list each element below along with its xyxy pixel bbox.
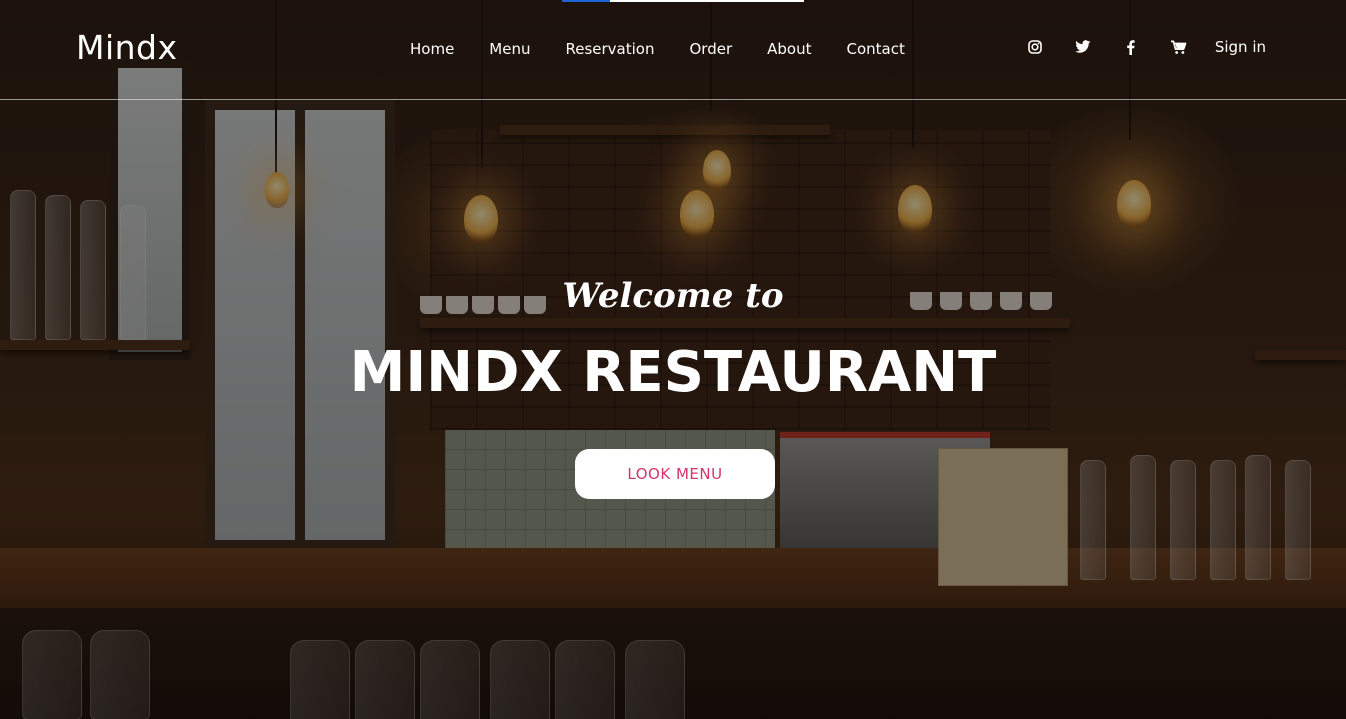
nav-link-contact[interactable]: Contact bbox=[846, 40, 904, 58]
nav-links: Home Menu Reservation Order About Contac… bbox=[410, 40, 940, 58]
nav-actions: Sign in bbox=[1027, 38, 1266, 56]
hero-welcome-text: Welcome to bbox=[562, 276, 784, 316]
twitter-icon[interactable] bbox=[1074, 39, 1091, 55]
navbar: Mindx Home Menu Reservation Order About … bbox=[0, 0, 1346, 100]
nav-link-home[interactable]: Home bbox=[410, 40, 454, 58]
nav-link-order[interactable]: Order bbox=[689, 40, 732, 58]
nav-link-reservation[interactable]: Reservation bbox=[565, 40, 654, 58]
cart-icon[interactable] bbox=[1170, 39, 1187, 55]
facebook-icon[interactable] bbox=[1123, 39, 1139, 55]
look-menu-button[interactable]: LOOK MENU bbox=[575, 449, 775, 499]
nav-link-about[interactable]: About bbox=[767, 40, 811, 58]
nav-link-menu[interactable]: Menu bbox=[489, 40, 530, 58]
brand-logo[interactable]: Mindx bbox=[76, 28, 178, 67]
signin-link[interactable]: Sign in bbox=[1215, 38, 1266, 56]
instagram-icon[interactable] bbox=[1027, 39, 1043, 55]
hero-headline: MINDX RESTAURANT bbox=[349, 340, 997, 405]
